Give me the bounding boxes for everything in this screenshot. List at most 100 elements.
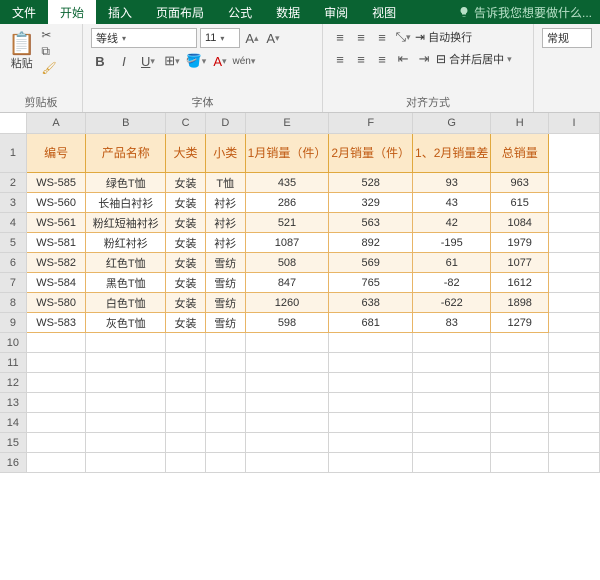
cell[interactable] [549,353,600,373]
phonetic-button[interactable]: wén▾ [235,52,253,70]
table-header-cell[interactable]: 2月销量（件） [329,134,413,173]
row-header[interactable]: 7 [0,273,26,293]
table-cell[interactable]: 1084 [491,213,549,233]
indent-inc-icon[interactable]: ⇥ [415,50,433,68]
cell[interactable] [166,413,206,433]
row-header[interactable]: 12 [0,373,26,393]
cell[interactable] [245,353,329,373]
tab-3[interactable]: 公式 [216,0,264,24]
table-cell[interactable]: 女装 [166,253,206,273]
table-cell[interactable]: 女装 [166,293,206,313]
col-header[interactable]: D [205,113,245,134]
cell[interactable] [166,333,206,353]
table-cell[interactable]: 521 [245,213,329,233]
row-header[interactable]: 1 [0,134,26,173]
cell[interactable] [491,393,549,413]
cell[interactable] [86,453,166,473]
tab-file[interactable]: 文件 [0,0,48,24]
table-header-cell[interactable]: 总销量 [491,134,549,173]
table-cell[interactable]: 1979 [491,233,549,253]
table-cell[interactable]: WS-583 [26,313,86,333]
cell[interactable] [86,433,166,453]
cell[interactable] [549,293,600,313]
cell[interactable] [86,413,166,433]
cell[interactable] [26,393,86,413]
indent-dec-icon[interactable]: ⇤ [394,50,412,68]
col-header[interactable]: A [26,113,86,134]
cell[interactable] [245,413,329,433]
row-header[interactable]: 5 [0,233,26,253]
table-cell[interactable]: 963 [491,173,549,193]
cell[interactable] [549,333,600,353]
cell[interactable] [549,213,600,233]
cell[interactable] [413,373,491,393]
tab-4[interactable]: 数据 [264,0,312,24]
cut-icon[interactable]: ✂ [41,28,51,42]
cell[interactable] [491,453,549,473]
fill-color-button[interactable]: 🪣▾ [187,52,205,70]
table-cell[interactable]: 1279 [491,313,549,333]
row-header[interactable]: 10 [0,333,26,353]
table-cell[interactable]: 雪纺 [205,273,245,293]
row-header[interactable]: 15 [0,433,26,453]
cell[interactable] [491,433,549,453]
cell[interactable] [329,393,413,413]
table-cell[interactable]: 粉红短袖衬衫 [86,213,166,233]
align-center-icon[interactable]: ≡ [352,50,370,68]
spreadsheet-grid[interactable]: ABCDEFGHI1编号产品名称大类小类1月销量（件）2月销量（件）1、2月销量… [0,113,600,577]
row-header[interactable]: 14 [0,413,26,433]
cell[interactable] [491,413,549,433]
cell[interactable] [26,433,86,453]
cell[interactable] [329,433,413,453]
table-cell[interactable]: 569 [329,253,413,273]
row-header[interactable]: 2 [0,173,26,193]
table-cell[interactable]: 绿色T恤 [86,173,166,193]
cell[interactable] [413,453,491,473]
table-header-cell[interactable]: 大类 [166,134,206,173]
cell[interactable] [549,313,600,333]
table-cell[interactable]: -82 [413,273,491,293]
table-cell[interactable]: WS-585 [26,173,86,193]
table-cell[interactable]: T恤 [205,173,245,193]
cell[interactable] [166,353,206,373]
wrap-text-button[interactable]: ⇥自动换行 [415,29,472,45]
table-cell[interactable]: WS-580 [26,293,86,313]
cell[interactable] [205,413,245,433]
table-cell[interactable]: 女装 [166,273,206,293]
table-header-cell[interactable]: 1、2月销量差 [413,134,491,173]
table-cell[interactable]: 白色T恤 [86,293,166,313]
cell[interactable] [205,373,245,393]
cell[interactable] [245,433,329,453]
cell[interactable] [26,413,86,433]
table-cell[interactable]: 灰色T恤 [86,313,166,333]
table-cell[interactable]: 61 [413,253,491,273]
cell[interactable] [166,373,206,393]
cell[interactable] [413,333,491,353]
row-header[interactable]: 9 [0,313,26,333]
select-all[interactable] [0,113,26,134]
cell[interactable] [549,433,600,453]
cell[interactable] [329,333,413,353]
cell[interactable] [491,353,549,373]
cell[interactable] [491,333,549,353]
table-cell[interactable]: 508 [245,253,329,273]
table-cell[interactable]: 1087 [245,233,329,253]
table-cell[interactable]: 衬衫 [205,193,245,213]
tab-6[interactable]: 视图 [360,0,408,24]
cell[interactable] [549,393,600,413]
table-cell[interactable]: 638 [329,293,413,313]
table-cell[interactable]: 42 [413,213,491,233]
col-header[interactable]: G [413,113,491,134]
table-cell[interactable]: 女装 [166,173,206,193]
cell[interactable] [86,373,166,393]
table-cell[interactable]: 女装 [166,213,206,233]
number-format-select[interactable]: 常规 [542,28,592,48]
cell[interactable] [329,373,413,393]
cell[interactable] [329,413,413,433]
cell[interactable] [86,393,166,413]
cell[interactable] [549,373,600,393]
align-middle-icon[interactable]: ≡ [352,28,370,46]
cell[interactable] [205,393,245,413]
table-cell[interactable]: 黑色T恤 [86,273,166,293]
table-cell[interactable]: 847 [245,273,329,293]
